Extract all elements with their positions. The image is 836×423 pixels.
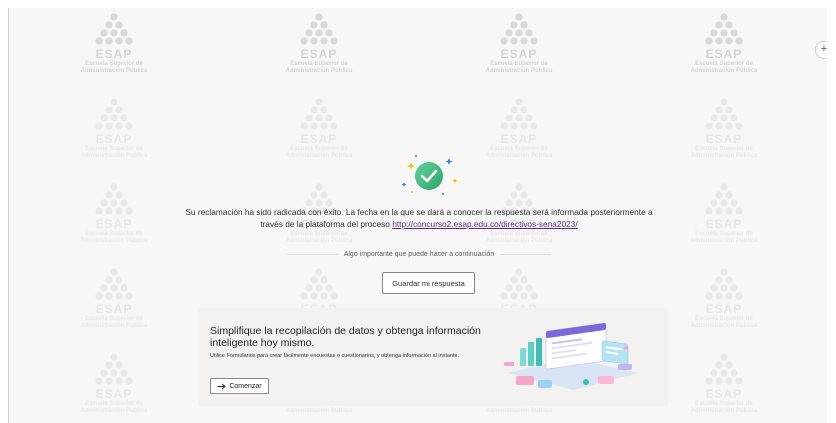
forms-illustration	[504, 322, 638, 390]
watermark-brand: ESAP	[95, 47, 133, 61]
watermark-subtitle-line1: Escuela Superior de	[490, 231, 548, 237]
esap-watermark-logo: ESAPEscuela Superior deAdministración Pú…	[669, 268, 779, 330]
esap-watermark-logo: ESAPEscuela Superior deAdministración Pú…	[59, 98, 169, 160]
watermark-subtitle-line1: Escuela Superior de	[695, 61, 753, 67]
esap-watermark-logo: ESAPEscuela Superior deAdministración Pú…	[669, 13, 779, 75]
watermark-subtitle-line2: Administración Pública	[690, 238, 758, 244]
watermark-brand: ESAP	[300, 47, 338, 61]
watermark-subtitle-line1: Escuela Superior de	[695, 316, 753, 322]
watermark-subtitle-line2: Administración Pública	[80, 238, 148, 244]
watermark-subtitle-line1: Escuela Superior de	[85, 231, 143, 237]
next-steps-label: Algo importante que puede hacer a contin…	[343, 250, 495, 258]
watermark-subtitle-line2: Administración Pública	[80, 408, 148, 414]
watermark-subtitle-line2: Administración Pública	[285, 238, 353, 244]
watermark-subtitle-line1: Escuela Superior de	[290, 61, 348, 67]
watermark-subtitle-line2: Administración Pública	[485, 238, 553, 244]
watermark-subtitle-line2: Administración Pública	[80, 323, 148, 329]
watermark-brand: ESAP	[95, 132, 133, 146]
esap-watermark-logo: ESAPEscuela Superior deAdministración Pú…	[59, 13, 169, 75]
process-platform-link[interactable]: http://concurso2.esap.edu.co/directivos-…	[392, 219, 577, 229]
watermark-brand: ESAP	[300, 132, 338, 146]
watermark-subtitle-line2: Administración Pública	[690, 323, 758, 329]
watermark-subtitle-line1: Escuela Superior de	[490, 61, 548, 67]
watermark-subtitle-line1: Escuela Superior de	[695, 401, 753, 407]
esap-watermark-logo: ESAPEscuela Superior deAdministración Pú…	[669, 353, 779, 415]
watermark-subtitle-line2: Administración Pública	[485, 408, 553, 414]
watermark-subtitle-line2: Administración Pública	[690, 153, 758, 159]
watermark-subtitle-line1: Escuela Superior de	[290, 146, 348, 152]
watermark-subtitle-line2: Administración Pública	[485, 153, 553, 159]
watermark-brand: ESAP	[705, 47, 743, 61]
esap-watermark-logo: ESAPEscuela Superior deAdministración Pú…	[264, 98, 374, 160]
forms-promo-card: Simplifique la recopilación de datos y o…	[198, 308, 668, 406]
promo-title: Simplifique la recopilación de datos y o…	[210, 325, 481, 349]
watermark-subtitle-line2: Administración Pública	[80, 153, 148, 159]
save-response-button[interactable]: Guardar mi respuesta	[382, 272, 475, 294]
watermark-subtitle-line1: Escuela Superior de	[290, 231, 348, 237]
esap-watermark-logo: ESAPEscuela Superior deAdministración Pú…	[59, 183, 169, 245]
confirmation-message: Su reclamación ha sido radicada con éxit…	[179, 206, 659, 230]
watermark-subtitle-line1: Escuela Superior de	[695, 146, 753, 152]
watermark-subtitle-line2: Administración Pública	[285, 153, 353, 159]
watermark-subtitle-line1: Escuela Superior de	[85, 61, 143, 67]
esap-watermark-logo: ESAPEscuela Superior deAdministración Pú…	[59, 268, 169, 330]
success-check-icon	[401, 154, 458, 196]
watermark-brand: ESAP	[705, 132, 743, 146]
watermark-subtitle-line2: Administración Pública	[80, 68, 148, 74]
watermark-subtitle-line1: Escuela Superior de	[85, 146, 143, 152]
watermark-brand: ESAP	[705, 302, 743, 316]
watermark-subtitle-line2: Administración Pública	[690, 408, 758, 414]
next-steps-divider: Algo importante que puede hacer a contin…	[287, 248, 552, 260]
watermark-subtitle-line2: Administración Pública	[485, 68, 553, 74]
watermark-brand: ESAP	[705, 217, 743, 231]
esap-watermark-logo: ESAPEscuela Superior deAdministración Pú…	[669, 98, 779, 160]
form-response-page: ESAP Escuela Superior de Administración Pú…	[8, 8, 827, 423]
divider-line-left	[287, 253, 338, 255]
watermark-brand: ESAP	[500, 47, 538, 61]
esap-watermark-logo: ESAPEscuela Superior deAdministración Pú…	[464, 13, 574, 75]
esap-watermark-logo: ESAPEscuela Superior deAdministración Pú…	[59, 353, 169, 415]
watermark-subtitle-line1: Escuela Superior de	[695, 231, 753, 237]
esap-watermark-logo: ESAPEscuela Superior deAdministración Pú…	[264, 13, 374, 75]
esap-watermark-logo: ESAPEscuela Superior deAdministración Pú…	[669, 183, 779, 245]
expand-panel-button[interactable]: +	[815, 41, 827, 59]
watermark-subtitle-line1: Escuela Superior de	[85, 316, 143, 322]
watermark-subtitle-line2: Administración Pública	[285, 408, 353, 414]
start-button[interactable]: Comenzar	[210, 378, 269, 394]
watermark-subtitle-line2: Administración Pública	[690, 68, 758, 74]
start-button-label: Comenzar	[229, 382, 262, 390]
watermark-brand: ESAP	[705, 387, 743, 401]
arrow-right-icon	[217, 382, 227, 390]
watermark-brand: ESAP	[500, 132, 538, 146]
watermark-brand: ESAP	[95, 302, 133, 316]
watermark-brand: ESAP	[95, 387, 133, 401]
watermark-subtitle-line1: Escuela Superior de	[490, 146, 548, 152]
watermark-subtitle-line1: Escuela Superior de	[85, 401, 143, 407]
esap-watermark-logo: ESAPEscuela Superior deAdministración Pú…	[464, 98, 574, 160]
promo-description: Utilice Formularios para crear fácilment…	[210, 353, 460, 359]
watermark-brand: ESAP	[95, 217, 133, 231]
divider-line-right	[500, 253, 552, 255]
watermark-subtitle-line2: Administración Pública	[285, 68, 353, 74]
